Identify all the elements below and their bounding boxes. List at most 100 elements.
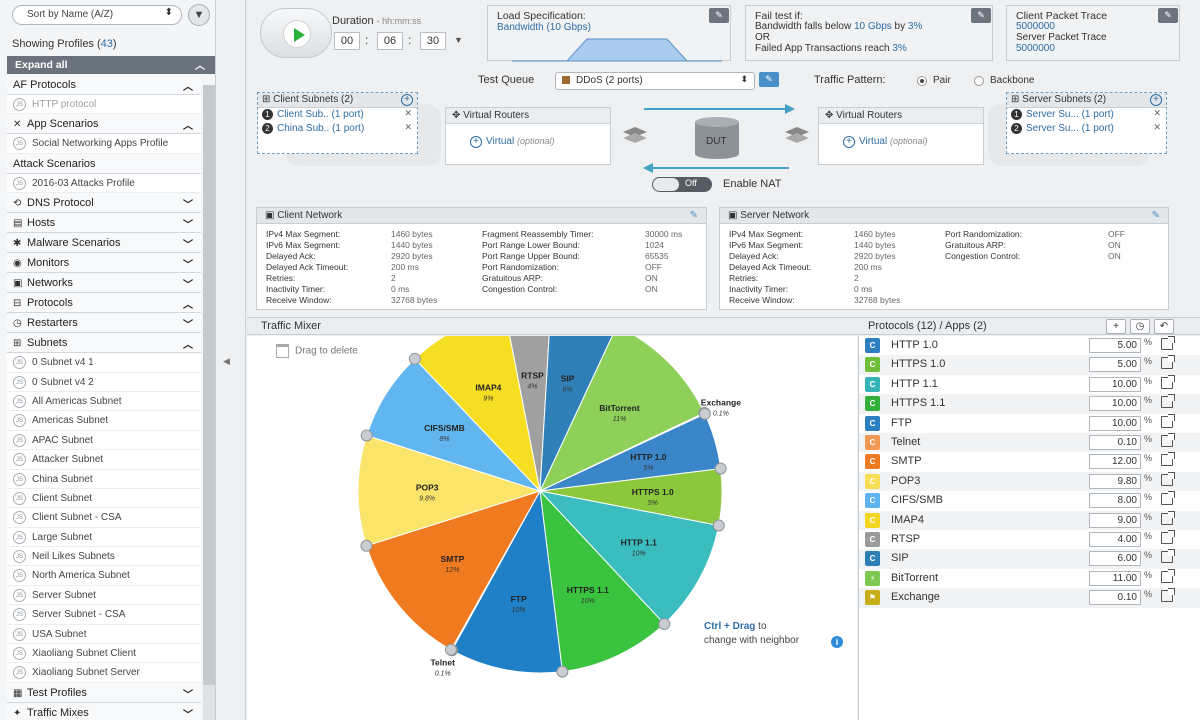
protocol-row-imap4[interactable]: C IMAP4 9.00% [859,510,1200,530]
add-client-subnet-button[interactable]: + [401,94,413,106]
protocol-percent-input[interactable]: 8.00 [1089,493,1141,509]
open-external-icon[interactable] [1161,530,1175,544]
protocol-percent-input[interactable]: 9.00 [1089,512,1141,528]
pie-drag-handle[interactable] [360,429,373,442]
sort-select[interactable]: Sort by Name (A/Z) ⬍ [12,5,182,25]
chevron-down-icon[interactable]: ﹀ [183,316,193,331]
category-dns-protocol[interactable]: ⟲ DNS Protocol ﹀ [7,193,201,214]
backbone-radio[interactable] [974,76,984,86]
chevron-down-icon[interactable]: ﹀ [183,236,193,251]
chevron-up-icon[interactable]: ︿ [183,336,193,351]
protocol-row-ftp[interactable]: C FTP 10.00% [859,413,1200,433]
start-test-button[interactable] [283,20,311,48]
info-icon[interactable]: i [831,636,843,648]
load-spec-card[interactable]: Load Specification: Bandwidth (10 Gbps) … [487,5,731,62]
protocol-row-bittorrent[interactable]: ⚡ BitTorrent 11.00% [859,568,1200,588]
traffic-mix-pie-chart[interactable]: BitTorrent 11% Exchange 0.1% HTTP 1.0 5% HTTPS… [247,336,857,720]
profile-item[interactable]: JS APAC Subnet [7,430,201,451]
open-external-icon[interactable] [1161,413,1175,428]
expand-all-button[interactable]: Expand all ︿ [7,56,215,74]
pie-drag-handle[interactable] [658,617,671,630]
chevron-down-icon[interactable]: ﹀ [183,706,193,720]
protocol-percent-input[interactable]: 5.00 [1089,357,1141,373]
open-external-icon[interactable] [1161,510,1175,525]
remove-subnet-icon[interactable]: ✕ [1153,122,1161,133]
category-app-scenarios[interactable]: ✕ App Scenarios ︿ [7,114,201,135]
subnet-row[interactable]: 1 Client Sub.. (1 port) ✕ [258,108,417,122]
chevron-down-icon[interactable]: ﹀ [183,256,193,271]
profile-item[interactable]: JS Large Subnet [7,527,201,548]
protocol-row-rtsp[interactable]: C RTSP 4.00% [859,530,1200,549]
profile-item[interactable]: JS Xiaoliang Subnet Server [7,663,201,683]
protocol-row-http-1-0[interactable]: C HTTP 1.0 5.00% [859,336,1200,355]
duration-hours-input[interactable]: 00 [334,32,360,50]
protocol-percent-input[interactable]: 11.00 [1089,570,1141,586]
category-af-protocols[interactable]: AF Protocols ︿ [7,75,201,95]
subnet-row[interactable]: 1 Server Su... (1 port) ✕ [1007,108,1166,122]
edit-server-network-button[interactable]: ✎ [1152,210,1160,221]
sidebar-scroll-thumb[interactable] [203,85,215,685]
chevron-up-icon[interactable]: ︿ [183,78,193,93]
profile-item[interactable]: JS All Americas Subnet [7,391,201,412]
open-external-icon[interactable] [1161,491,1175,506]
subnet-row[interactable]: 2 China Sub.. (1 port) ✕ [258,122,417,136]
pie-drag-handle[interactable] [698,407,711,420]
remove-subnet-icon[interactable]: ✕ [404,122,412,133]
add-virtual-router-link[interactable]: + Virtual (optional) [446,124,610,148]
chevron-down-icon[interactable]: ﹀ [183,216,193,231]
category-malware-scenarios[interactable]: ✱ Malware Scenarios ﹀ [7,233,201,254]
pair-radio[interactable] [917,76,927,86]
pie-drag-handle[interactable] [712,519,725,532]
protocol-row-sip[interactable]: C SIP 6.00% [859,549,1200,569]
edit-packet-trace-button[interactable]: ✎ [1158,8,1178,23]
filter-button[interactable]: ▼ [188,4,210,26]
protocol-percent-input[interactable]: 12.00 [1089,454,1141,470]
category-restarters[interactable]: ◷ Restarters ﹀ [7,313,201,334]
category-hosts[interactable]: ▤ Hosts ﹀ [7,213,201,234]
category-traffic-mixes[interactable]: ✦ Traffic Mixes ﹀ [7,702,201,720]
remove-subnet-icon[interactable]: ✕ [1153,108,1161,119]
edit-load-spec-button[interactable]: ✎ [709,8,729,23]
protocol-row-https-1-1[interactable]: C HTTPS 1.1 10.00% [859,394,1200,414]
open-external-icon[interactable] [1161,374,1175,389]
subnet-row[interactable]: 2 Server Su... (1 port) ✕ [1007,122,1166,136]
profile-item[interactable]: JS 0 Subnet v4 2 [7,372,201,392]
pie-drag-handle[interactable] [360,539,373,552]
protocol-percent-input[interactable]: 0.10 [1089,435,1141,450]
protocol-row-https-1-0[interactable]: C HTTPS 1.0 5.00% [859,355,1200,375]
protocol-row-http-1-1[interactable]: C HTTP 1.1 10.00% [859,374,1200,394]
chevron-up-icon[interactable]: ︿ [183,296,193,311]
subnet-name-link[interactable]: Client Sub.. [277,109,329,120]
protocol-percent-input[interactable]: 10.00 [1089,415,1141,431]
edit-client-network-button[interactable]: ✎ [690,210,698,221]
chevron-down-icon[interactable]: ﹀ [183,276,193,291]
sidebar-collapse-handle[interactable]: ◀ [216,0,246,720]
open-external-icon[interactable] [1161,394,1175,409]
open-external-icon[interactable] [1161,355,1175,370]
category-subnets[interactable]: ⊞ Subnets ︿ [7,333,201,354]
protocol-percent-input[interactable]: 9.80 [1089,473,1141,489]
fail-test-card[interactable]: Fail test if: Bandwidth falls below 10 G… [745,5,993,61]
profile-item[interactable]: JS Americas Subnet [7,411,201,431]
profile-item[interactable]: JS Xiaoliang Subnet Client [7,644,201,664]
profile-item[interactable]: JS Attacker Subnet [7,450,201,470]
protocol-row-exchange[interactable]: ⚑ Exchange 0.10% [859,588,1200,608]
profile-item[interactable]: JS Server Subnet [7,585,201,606]
category-protocols[interactable]: ⊟ Protocols ︿ [7,293,201,314]
pie-drag-handle[interactable] [714,462,727,475]
edit-fail-test-button[interactable]: ✎ [971,8,991,23]
category-networks[interactable]: ▣ Networks ﹀ [7,273,201,294]
duration-dropdown-caret[interactable]: ▼ [454,35,463,45]
open-external-icon[interactable] [1161,549,1175,564]
profile-item[interactable]: JS Neil Likes Subnets [7,547,201,567]
open-external-icon[interactable] [1161,336,1175,350]
profile-item[interactable]: JS Client Subnet [7,488,201,509]
protocol-row-pop3[interactable]: C POP3 9.80% [859,471,1200,492]
protocol-percent-input[interactable]: 5.00 [1089,338,1141,353]
subnet-name-link[interactable]: Server Su... [1026,109,1079,120]
profile-item[interactable]: JS China Subnet [7,469,201,489]
category-attack-scenarios[interactable]: Attack Scenarios [7,153,201,174]
profile-item[interactable]: JS 0 Subnet v4 1 [7,353,201,373]
open-external-icon[interactable] [1161,433,1175,447]
enable-nat-toggle[interactable]: Off [652,177,712,192]
